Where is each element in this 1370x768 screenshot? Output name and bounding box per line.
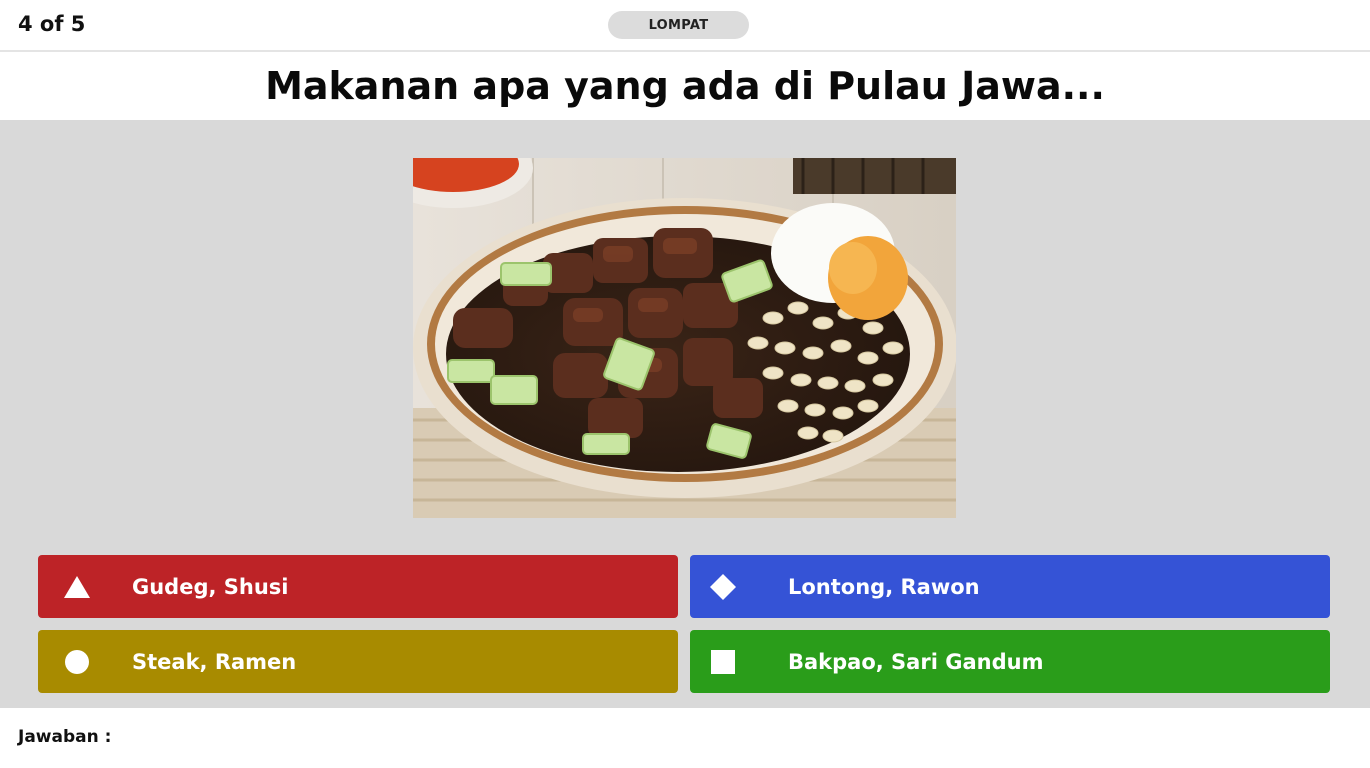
diamond-icon	[710, 573, 736, 600]
answer-label: Bakpao, Sari Gandum	[788, 649, 1044, 674]
answer-label: Gudeg, Shusi	[132, 574, 289, 599]
answer-label: Steak, Ramen	[132, 649, 297, 674]
question-stage: Gudeg, Shusi Lontong, Rawon Steak, Ramen…	[0, 120, 1370, 708]
top-bar: 4 of 5 LOMPAT	[0, 0, 1370, 52]
skip-button[interactable]: LOMPAT	[608, 11, 749, 39]
triangle-icon	[64, 574, 90, 600]
answer-option-1[interactable]: Gudeg, Shusi	[38, 555, 678, 618]
food-photo-icon	[413, 158, 956, 518]
answer-option-4[interactable]: Bakpao, Sari Gandum	[690, 630, 1330, 693]
question-counter: 4 of 5	[18, 12, 86, 36]
answer-footer-label: Jawaban :	[18, 727, 112, 747]
circle-icon	[64, 649, 90, 675]
square-icon	[710, 649, 736, 675]
answer-option-2[interactable]: Lontong, Rawon	[690, 555, 1330, 618]
answer-label: Lontong, Rawon	[788, 574, 980, 599]
answer-option-3[interactable]: Steak, Ramen	[38, 630, 678, 693]
question-title: Makanan apa yang ada di Pulau Jawa...	[265, 64, 1105, 108]
question-image	[413, 158, 956, 518]
